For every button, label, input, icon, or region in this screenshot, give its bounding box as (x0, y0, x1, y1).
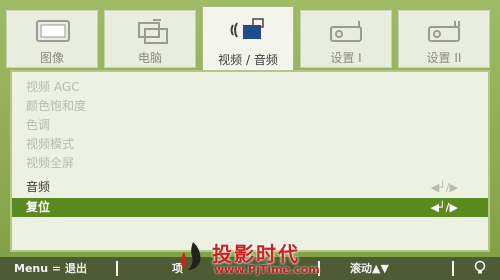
audio-video-menu-panel: 视频 AGC 颜色饱和度 色调 视频模式 视频全屏 音频 ◀┘/▶ 复位 ◀┘/… (10, 70, 490, 252)
audio-video-icon (230, 18, 264, 39)
tab-label: 设置 II (426, 51, 462, 65)
tab-label: 图像 (39, 51, 64, 65)
enter-right-arrow-icon: ◀┘/▶ (430, 201, 458, 214)
tab-settings-1[interactable]: 设置 I (300, 10, 392, 68)
menu-item-label: 色调 (26, 118, 51, 132)
image-icon (36, 20, 70, 42)
menu-item-video-mode[interactable]: 视频模式 (12, 135, 488, 154)
watermark-url: www.PjTime.com (214, 263, 320, 276)
menu-tabs: 图像 电脑 视频 / 音频 设置 I 设置 II (6, 6, 494, 76)
menu-item-label: 视频 AGC (26, 80, 80, 94)
enter-right-arrow-icon: ◀┘/▶ (430, 181, 458, 194)
divider (116, 261, 118, 276)
osd-screen: 图像 电脑 视频 / 音频 设置 I 设置 II 视频 AGC 颜色饱和度 色调… (0, 0, 500, 280)
menu-exit-hint: Menu = 退出 (14, 262, 87, 275)
menu-item-video-agc[interactable]: 视频 AGC (12, 78, 488, 97)
tab-settings-2[interactable]: 设置 II (398, 10, 490, 68)
tab-image[interactable]: 图像 (6, 10, 98, 68)
menu-item-audio[interactable]: 音频 ◀┘/▶ (12, 178, 488, 197)
menu-item-tint[interactable]: 色调 (12, 116, 488, 135)
scroll-hint: 滚动▲▼ (350, 262, 389, 275)
menu-item-label: 颜色饱和度 (26, 99, 87, 113)
tab-label: 视频 / 音频 (218, 53, 278, 67)
projector-settings-2-icon (428, 21, 460, 42)
tab-label: 设置 I (330, 51, 362, 65)
tab-computer[interactable]: 电脑 (104, 10, 196, 68)
tab-audio-video[interactable]: 视频 / 音频 (202, 6, 294, 76)
tab-label: 电脑 (137, 51, 162, 65)
watermark: 投影时代 www.PjTime.com (178, 236, 328, 280)
lamp-icon (474, 260, 486, 274)
computer-icon (138, 19, 168, 44)
divider (452, 261, 454, 276)
pjtime-logo-icon (180, 242, 201, 270)
menu-item-video-fullscreen[interactable]: 视频全屏 (12, 154, 488, 173)
menu-item-color-saturation[interactable]: 颜色饱和度 (12, 97, 488, 116)
menu-item-reset[interactable]: 复位 ◀┘/▶ (12, 198, 488, 217)
menu-item-label: 视频全屏 (26, 156, 75, 170)
menu-item-label: 复位 (26, 200, 51, 214)
menu-item-label: 音频 (26, 180, 51, 194)
menu-item-label: 视频模式 (26, 137, 75, 151)
projector-settings-1-icon (330, 21, 362, 42)
